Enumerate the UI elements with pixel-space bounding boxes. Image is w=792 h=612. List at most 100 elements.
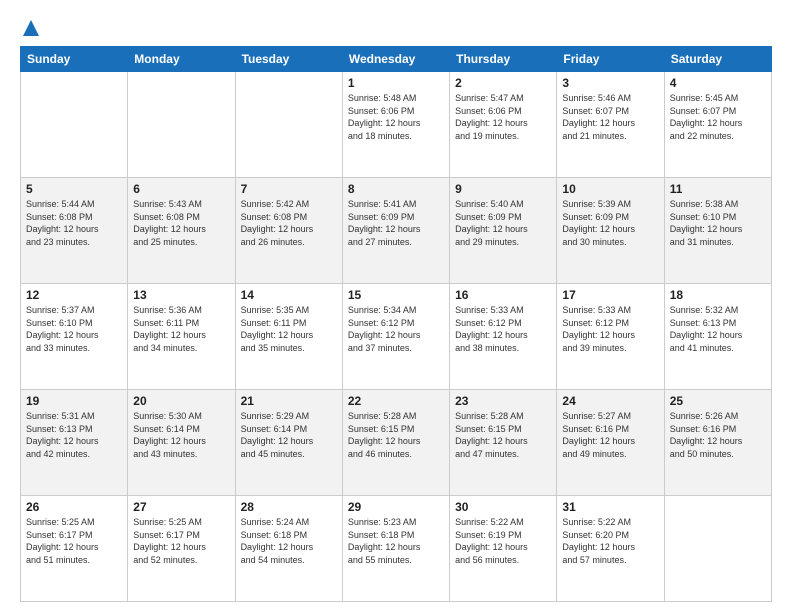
day-info: Sunrise: 5:39 AMSunset: 6:09 PMDaylight:… — [562, 198, 658, 248]
day-info: Sunrise: 5:22 AMSunset: 6:19 PMDaylight:… — [455, 516, 551, 566]
day-cell: 17Sunrise: 5:33 AMSunset: 6:12 PMDayligh… — [557, 284, 664, 390]
day-cell: 12 Sunrise: 5:37 AMSunset: 6:10 PMDayligh… — [21, 284, 128, 390]
day-info: Sunrise: 5:25 AMSunset: 6:17 PMDaylight:… — [26, 516, 122, 566]
week-row-1: 5Sunrise: 5:44 AMSunset: 6:08 PMDaylight… — [21, 178, 772, 284]
day-cell: 6Sunrise: 5:43 AMSunset: 6:08 PMDaylight… — [128, 178, 235, 284]
day-number: 25 — [670, 394, 766, 408]
day-cell: 1 Sunrise: 5:48 AMSunset: 6:06 PMDaylight… — [342, 72, 449, 178]
header-tuesday: Tuesday — [235, 47, 342, 72]
day-number: 22 — [348, 394, 444, 408]
day-cell: 19Sunrise: 5:31 AMSunset: 6:13 PMDayligh… — [21, 390, 128, 496]
day-info: Sunrise: 5:32 AMSunset: 6:13 PMDaylight:… — [670, 304, 766, 354]
day-number: 15 — [348, 288, 444, 302]
day-info: Sunrise: 5:29 AMSunset: 6:14 PMDaylight:… — [241, 410, 337, 460]
day-number: 26 — [26, 500, 122, 514]
day-cell: 13Sunrise: 5:36 AMSunset: 6:11 PMDayligh… — [128, 284, 235, 390]
header — [20, 18, 772, 38]
header-friday: Friday — [557, 47, 664, 72]
day-cell: 18 Sunrise: 5:32 AMSunset: 6:13 PMDayligh… — [664, 284, 771, 390]
day-info: Sunrise: 5:45 AMSunset: 6:07 PMDaylight:… — [670, 92, 766, 142]
week-row-3: 19Sunrise: 5:31 AMSunset: 6:13 PMDayligh… — [21, 390, 772, 496]
day-cell: 2 Sunrise: 5:47 AMSunset: 6:06 PMDaylight… — [450, 72, 557, 178]
day-number: 28 — [241, 500, 337, 514]
day-cell: 27 Sunrise: 5:25 AMSunset: 6:17 PMDayligh… — [128, 496, 235, 602]
day-cell: 24Sunrise: 5:27 AMSunset: 6:16 PMDayligh… — [557, 390, 664, 496]
day-number: 11 — [670, 182, 766, 196]
day-number: 4 — [670, 76, 766, 90]
day-cell: 14 Sunrise: 5:35 AMSunset: 6:11 PMDayligh… — [235, 284, 342, 390]
day-cell: 23 Sunrise: 5:28 AMSunset: 6:15 PMDayligh… — [450, 390, 557, 496]
day-number: 5 — [26, 182, 122, 196]
day-cell: 9 Sunrise: 5:40 AMSunset: 6:09 PMDaylight… — [450, 178, 557, 284]
day-number: 2 — [455, 76, 551, 90]
day-number: 29 — [348, 500, 444, 514]
day-info: Sunrise: 5:25 AMSunset: 6:17 PMDaylight:… — [133, 516, 229, 566]
day-number: 6 — [133, 182, 229, 196]
day-info: Sunrise: 5:23 AMSunset: 6:18 PMDaylight:… — [348, 516, 444, 566]
day-number: 8 — [348, 182, 444, 196]
day-info: Sunrise: 5:27 AMSunset: 6:16 PMDaylight:… — [562, 410, 658, 460]
day-cell: 16 Sunrise: 5:33 AMSunset: 6:12 PMDayligh… — [450, 284, 557, 390]
day-info: Sunrise: 5:40 AMSunset: 6:09 PMDaylight:… — [455, 198, 551, 248]
logo-icon — [21, 18, 41, 38]
day-info: Sunrise: 5:24 AMSunset: 6:18 PMDaylight:… — [241, 516, 337, 566]
header-saturday: Saturday — [664, 47, 771, 72]
day-info: Sunrise: 5:30 AMSunset: 6:14 PMDaylight:… — [133, 410, 229, 460]
day-info: Sunrise: 5:35 AMSunset: 6:11 PMDaylight:… — [241, 304, 337, 354]
day-cell: 22 Sunrise: 5:28 AMSunset: 6:15 PMDayligh… — [342, 390, 449, 496]
day-cell: 21 Sunrise: 5:29 AMSunset: 6:14 PMDayligh… — [235, 390, 342, 496]
calendar: SundayMondayTuesdayWednesdayThursdayFrid… — [20, 46, 772, 602]
day-number: 18 — [670, 288, 766, 302]
day-cell: 7Sunrise: 5:42 AMSunset: 6:08 PMDaylight… — [235, 178, 342, 284]
day-info: Sunrise: 5:47 AMSunset: 6:06 PMDaylight:… — [455, 92, 551, 142]
day-number: 20 — [133, 394, 229, 408]
day-number: 1 — [348, 76, 444, 90]
day-cell: 30Sunrise: 5:22 AMSunset: 6:19 PMDayligh… — [450, 496, 557, 602]
day-info: Sunrise: 5:34 AMSunset: 6:12 PMDaylight:… — [348, 304, 444, 354]
day-number: 9 — [455, 182, 551, 196]
day-info: Sunrise: 5:28 AMSunset: 6:15 PMDaylight:… — [455, 410, 551, 460]
day-cell: 31 Sunrise: 5:22 AMSunset: 6:20 PMDayligh… — [557, 496, 664, 602]
day-number: 23 — [455, 394, 551, 408]
day-info: Sunrise: 5:41 AMSunset: 6:09 PMDaylight:… — [348, 198, 444, 248]
day-cell: 25 Sunrise: 5:26 AMSunset: 6:16 PMDayligh… — [664, 390, 771, 496]
day-cell: 29 Sunrise: 5:23 AMSunset: 6:18 PMDayligh… — [342, 496, 449, 602]
week-row-4: 26 Sunrise: 5:25 AMSunset: 6:17 PMDayligh… — [21, 496, 772, 602]
day-info: Sunrise: 5:36 AMSunset: 6:11 PMDaylight:… — [133, 304, 229, 354]
page: SundayMondayTuesdayWednesdayThursdayFrid… — [0, 0, 792, 612]
day-cell — [235, 72, 342, 178]
day-number: 14 — [241, 288, 337, 302]
day-info: Sunrise: 5:38 AMSunset: 6:10 PMDaylight:… — [670, 198, 766, 248]
header-sunday: Sunday — [21, 47, 128, 72]
day-cell: 8 Sunrise: 5:41 AMSunset: 6:09 PMDaylight… — [342, 178, 449, 284]
day-info: Sunrise: 5:37 AMSunset: 6:10 PMDaylight:… — [26, 304, 122, 354]
day-number: 12 — [26, 288, 122, 302]
day-cell: 26 Sunrise: 5:25 AMSunset: 6:17 PMDayligh… — [21, 496, 128, 602]
day-info: Sunrise: 5:46 AMSunset: 6:07 PMDaylight:… — [562, 92, 658, 142]
week-row-0: 1 Sunrise: 5:48 AMSunset: 6:06 PMDaylight… — [21, 72, 772, 178]
day-info: Sunrise: 5:48 AMSunset: 6:06 PMDaylight:… — [348, 92, 444, 142]
day-number: 27 — [133, 500, 229, 514]
day-cell: 10 Sunrise: 5:39 AMSunset: 6:09 PMDayligh… — [557, 178, 664, 284]
day-number: 19 — [26, 394, 122, 408]
day-cell — [664, 496, 771, 602]
day-number: 21 — [241, 394, 337, 408]
day-info: Sunrise: 5:22 AMSunset: 6:20 PMDaylight:… — [562, 516, 658, 566]
day-info: Sunrise: 5:42 AMSunset: 6:08 PMDaylight:… — [241, 198, 337, 248]
day-cell: 20 Sunrise: 5:30 AMSunset: 6:14 PMDayligh… — [128, 390, 235, 496]
day-info: Sunrise: 5:28 AMSunset: 6:15 PMDaylight:… — [348, 410, 444, 460]
day-number: 17 — [562, 288, 658, 302]
day-number: 31 — [562, 500, 658, 514]
day-cell: 3 Sunrise: 5:46 AMSunset: 6:07 PMDaylight… — [557, 72, 664, 178]
day-cell — [21, 72, 128, 178]
header-wednesday: Wednesday — [342, 47, 449, 72]
day-number: 3 — [562, 76, 658, 90]
header-thursday: Thursday — [450, 47, 557, 72]
day-info: Sunrise: 5:26 AMSunset: 6:16 PMDaylight:… — [670, 410, 766, 460]
calendar-header-row: SundayMondayTuesdayWednesdayThursdayFrid… — [21, 47, 772, 72]
day-number: 16 — [455, 288, 551, 302]
day-cell: 4 Sunrise: 5:45 AMSunset: 6:07 PMDaylight… — [664, 72, 771, 178]
day-number: 10 — [562, 182, 658, 196]
day-info: Sunrise: 5:33 AMSunset: 6:12 PMDaylight:… — [455, 304, 551, 354]
logo — [20, 18, 42, 38]
